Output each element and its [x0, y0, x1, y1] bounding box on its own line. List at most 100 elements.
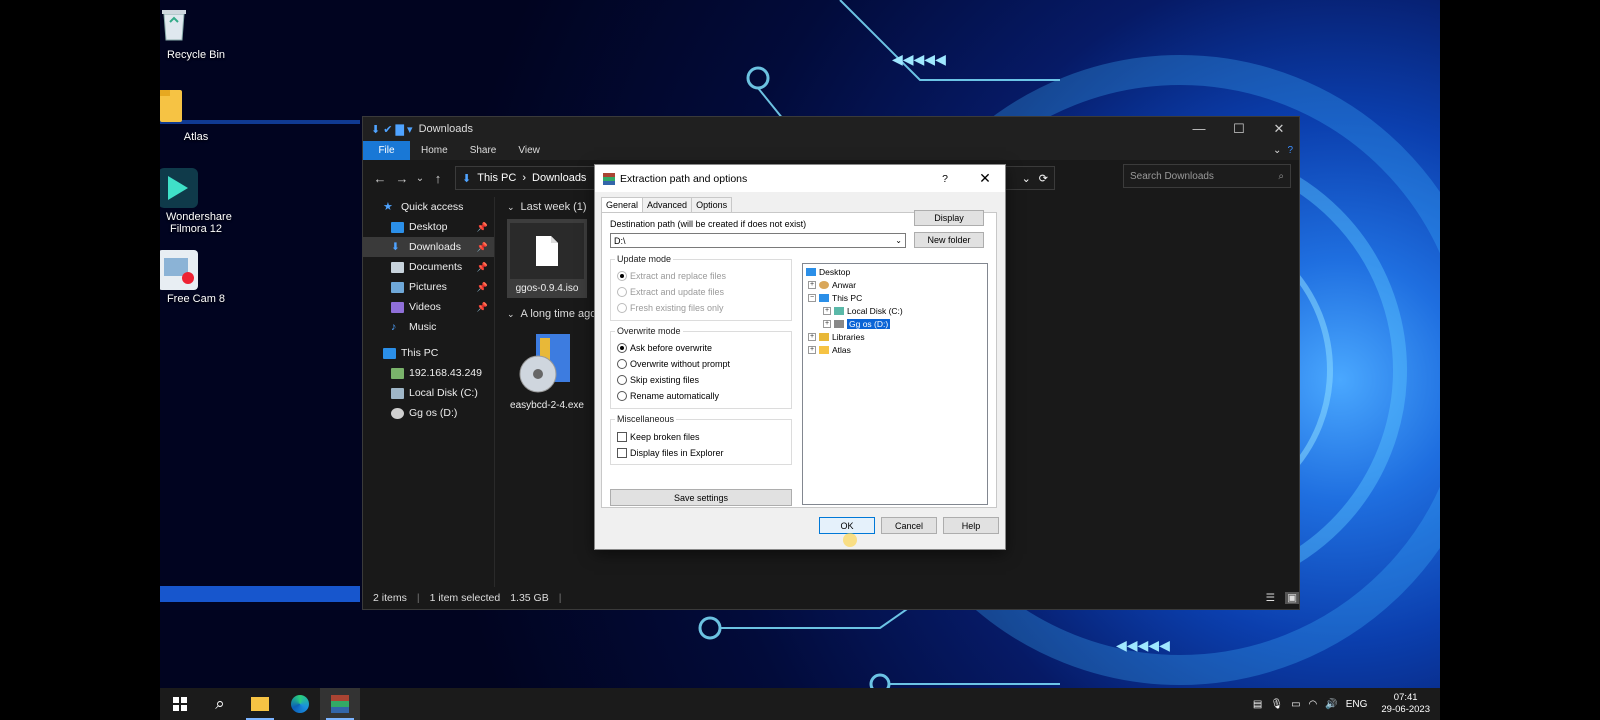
back-icon[interactable]: ←: [369, 171, 391, 186]
expand-icon[interactable]: +: [808, 346, 816, 354]
desktop-icon-filmora[interactable]: Wondershare Filmora 12: [160, 168, 234, 235]
maximize-button[interactable]: ☐: [1219, 121, 1259, 137]
taskbar-edge[interactable]: [280, 688, 320, 720]
pin-icon: 📌: [476, 261, 488, 272]
close-icon[interactable]: ✕: [965, 170, 1005, 187]
help-icon[interactable]: ?: [1285, 145, 1299, 156]
ribbon-tab-share[interactable]: Share: [459, 145, 508, 156]
recent-locations-icon[interactable]: ⌄: [413, 173, 427, 184]
tab-advanced[interactable]: Advanced: [642, 197, 693, 212]
tree-node-local-disk-c[interactable]: + Local Disk (C:): [823, 306, 903, 316]
close-button[interactable]: ✕: [1259, 121, 1299, 137]
up-icon[interactable]: ↑: [427, 171, 449, 186]
clock[interactable]: 07:41 29-06-2023: [1381, 692, 1430, 716]
nav-item-music[interactable]: ♪ Music: [363, 317, 494, 337]
checkbox-display-in-explorer[interactable]: Display files in Explorer: [617, 448, 724, 458]
taskbar-winrar[interactable]: [320, 688, 360, 720]
search-button[interactable]: ⌕: [200, 688, 240, 720]
help-button[interactable]: Help: [943, 517, 999, 534]
battery-icon[interactable]: ▭: [1291, 699, 1300, 710]
nav-item-gg-os-d[interactable]: Gg os (D:): [363, 403, 494, 423]
desktop-icon-freecam[interactable]: Free Cam 8: [160, 250, 234, 305]
ok-button[interactable]: OK: [819, 517, 875, 534]
checkbox-keep-broken[interactable]: Keep broken files: [617, 432, 700, 442]
expand-icon[interactable]: +: [808, 333, 816, 341]
tray-app-icon[interactable]: ▤: [1253, 699, 1262, 710]
save-settings-button[interactable]: Save settings: [610, 489, 792, 506]
nav-item-local-disk-c[interactable]: Local Disk (C:): [363, 383, 494, 403]
taskbar-file-explorer[interactable]: [240, 688, 280, 720]
network-drive-icon: [391, 367, 404, 379]
expand-icon[interactable]: +: [823, 307, 831, 315]
ribbon-tabs: File Home Share View ⌄ ?: [363, 141, 1299, 160]
new-folder-button[interactable]: New folder: [914, 232, 984, 248]
breadcrumb-this-pc[interactable]: This PC: [477, 172, 516, 184]
start-button[interactable]: [160, 688, 200, 720]
radio-extract-update[interactable]: Extract and update files: [617, 287, 724, 297]
folder-tree[interactable]: Desktop + Anwar − This PC + Local Disk (C:)…: [802, 263, 988, 505]
desktop-icon-atlas[interactable]: Atlas: [160, 88, 234, 143]
expand-icon[interactable]: +: [823, 320, 831, 328]
nav-item-documents[interactable]: Documents 📌: [363, 257, 494, 277]
extraction-dialog[interactable]: Extraction path and options ? ✕ General …: [594, 164, 1006, 550]
tree-node-gg-os-d[interactable]: + Gg os (D:): [823, 319, 891, 329]
search-input[interactable]: Search Downloads: [1130, 171, 1214, 182]
file-ggos-iso[interactable]: ggos-0.9.4.iso: [507, 219, 587, 298]
system-tray: ▤ 🎙 ▭ ◠ 🔊 ENG 07:41 29-06-2023: [1245, 692, 1440, 716]
nav-item-network-drive[interactable]: 192.168.43.249: [363, 363, 494, 383]
expand-icon[interactable]: +: [808, 281, 816, 289]
tree-node-desktop[interactable]: Desktop: [806, 267, 850, 277]
forward-icon[interactable]: →: [391, 171, 413, 186]
language-indicator[interactable]: ENG: [1346, 699, 1368, 710]
search-icon: ⌕: [215, 694, 225, 713]
help-icon[interactable]: ?: [925, 173, 965, 185]
volume-icon[interactable]: 🔊: [1325, 699, 1337, 710]
dialog-tabs: General Advanced Options: [601, 197, 733, 212]
nav-item-pictures[interactable]: Pictures 📌: [363, 277, 494, 297]
refresh-icon[interactable]: ⟳: [1039, 172, 1048, 185]
minimize-button[interactable]: —: [1179, 121, 1219, 137]
file-easybcd-exe[interactable]: easybcd-2-4.exe: [507, 328, 587, 411]
nav-item-desktop[interactable]: Desktop 📌: [363, 217, 494, 237]
ribbon-tab-home[interactable]: Home: [410, 145, 459, 156]
collapse-icon[interactable]: −: [808, 294, 816, 302]
radio-rename-automatically[interactable]: Rename automatically: [617, 391, 719, 401]
nav-item-videos[interactable]: Videos 📌: [363, 297, 494, 317]
radio-skip-existing[interactable]: Skip existing files: [617, 375, 699, 385]
wifi-icon[interactable]: ◠: [1309, 699, 1318, 710]
address-dropdown-icon[interactable]: ⌄: [1022, 172, 1031, 185]
cancel-button[interactable]: Cancel: [881, 517, 937, 534]
nav-item-downloads[interactable]: ⬇ Downloads 📌: [363, 237, 494, 257]
chevron-down-icon[interactable]: ⌄: [895, 236, 902, 245]
dest-path-combo[interactable]: D:\ ⌄: [610, 233, 906, 248]
tree-node-anwar[interactable]: + Anwar: [808, 280, 856, 290]
ribbon-expand-icon[interactable]: ⌄: [1269, 145, 1285, 156]
tab-options[interactable]: Options: [691, 197, 733, 212]
file-icon: [510, 223, 584, 279]
tree-node-libraries[interactable]: + Libraries: [808, 332, 865, 342]
details-view-icon[interactable]: ☰: [1266, 592, 1285, 604]
radio-icon: [617, 271, 627, 281]
tree-node-atlas[interactable]: + Atlas: [808, 345, 851, 355]
dest-path-input[interactable]: D:\: [614, 236, 626, 246]
microphone-icon[interactable]: 🎙: [1270, 699, 1283, 710]
ribbon-tab-file[interactable]: File: [363, 141, 410, 160]
dialog-titlebar[interactable]: Extraction path and options ? ✕: [595, 165, 1005, 192]
tree-node-this-pc[interactable]: − This PC: [808, 293, 862, 303]
nav-item-quick-access[interactable]: ★ Quick access: [363, 197, 494, 217]
display-button[interactable]: Display: [914, 210, 984, 226]
tab-general[interactable]: General: [601, 197, 644, 212]
radio-overwrite-without-prompt[interactable]: Overwrite without prompt: [617, 359, 730, 369]
ribbon-tab-view[interactable]: View: [507, 145, 551, 156]
radio-ask-before-overwrite[interactable]: Ask before overwrite: [617, 343, 712, 353]
radio-fresh-existing[interactable]: Fresh existing files only: [617, 303, 724, 313]
search-box[interactable]: Search Downloads ⌕: [1123, 164, 1291, 188]
radio-extract-replace[interactable]: Extract and replace files: [617, 271, 726, 281]
large-icons-view-icon[interactable]: ▣: [1285, 592, 1299, 604]
quick-access-toolbar-icons: ⬇ ✔ ▇ ▾: [371, 123, 413, 136]
breadcrumb-downloads[interactable]: Downloads: [532, 172, 586, 184]
desktop-icon-recycle-bin[interactable]: Recycle Bin: [160, 6, 234, 61]
nav-item-this-pc[interactable]: This PC: [363, 343, 494, 363]
navigation-pane[interactable]: ★ Quick access Desktop 📌 ⬇ Downloads 📌 D…: [363, 197, 495, 587]
explorer-titlebar[interactable]: ⬇ ✔ ▇ ▾ Downloads — ☐ ✕: [363, 117, 1299, 141]
